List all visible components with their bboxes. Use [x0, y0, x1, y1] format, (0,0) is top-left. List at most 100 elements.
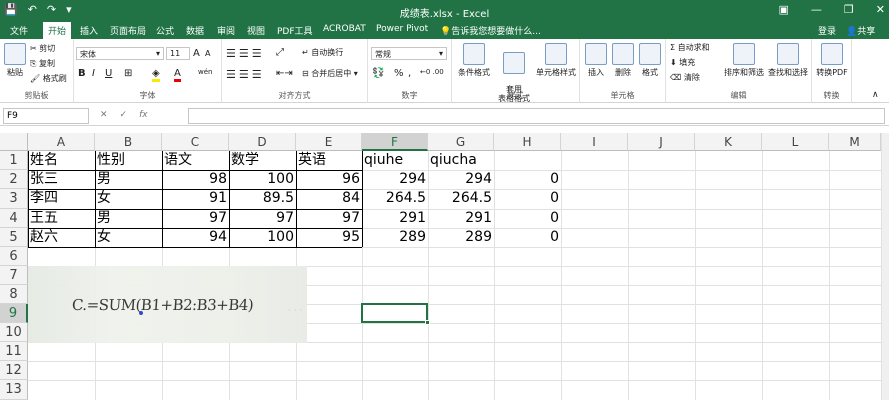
grow-font-button[interactable]: A — [193, 48, 200, 59]
column-header-b[interactable]: B — [95, 133, 162, 151]
name-box[interactable]: F9 — [3, 108, 89, 124]
active-cell-f9[interactable] — [361, 303, 428, 323]
find-select-button[interactable]: 查找和选择 — [766, 43, 810, 78]
cell-f1[interactable]: qiuhe — [362, 151, 428, 169]
column-header-g[interactable]: G — [428, 133, 494, 151]
cell-e5[interactable]: 95 — [296, 228, 362, 246]
format-painter-button[interactable]: 🖌 格式刷 — [30, 73, 67, 84]
row-header-1[interactable]: 1 — [0, 151, 28, 170]
vertical-scrollbar[interactable] — [881, 133, 889, 400]
cell-g4[interactable]: 291 — [428, 209, 494, 227]
cell-d1[interactable]: 数学 — [229, 151, 296, 169]
cell-e2[interactable]: 96 — [296, 170, 362, 188]
row-header-5[interactable]: 5 — [0, 228, 28, 247]
tab-review[interactable]: 审阅 — [217, 24, 235, 37]
sort-filter-button[interactable]: 排序和筛选 — [722, 43, 766, 78]
border-icon[interactable]: ⊞ — [124, 68, 132, 79]
vertical-align-icons[interactable]: ☰☰☰ — [226, 47, 265, 60]
cancel-icon[interactable]: ✕ — [100, 110, 108, 120]
formula-input[interactable] — [188, 108, 885, 124]
cell-g3[interactable]: 264.5 — [428, 189, 494, 207]
cell-d2[interactable]: 100 — [229, 170, 296, 188]
cell-d4[interactable]: 97 — [229, 209, 296, 227]
inserted-picture[interactable]: · · · C.=SUM(B1+B2:B3+B4) — [28, 266, 307, 343]
restore-icon[interactable]: ❐ — [844, 3, 854, 16]
fill-handle[interactable] — [425, 320, 430, 325]
cell-e4[interactable]: 97 — [296, 209, 362, 227]
cell-f2[interactable]: 294 — [362, 170, 428, 188]
minimize-icon[interactable]: — — [811, 3, 822, 16]
column-header-l[interactable]: L — [762, 133, 829, 151]
convert-pdf-button[interactable]: 转换PDF — [814, 43, 850, 78]
cell-g5[interactable]: 289 — [428, 228, 494, 246]
login-link[interactable]: 登录 — [818, 24, 836, 37]
cell-b1[interactable]: 性别 — [95, 151, 162, 169]
cell-h4[interactable]: 0 — [494, 209, 561, 227]
currency-icon[interactable]: 💱 — [372, 68, 384, 79]
cell-styles-button[interactable]: 单元格样式 — [534, 43, 578, 78]
horizontal-align-icons[interactable]: ☰☰☰ — [226, 68, 265, 81]
share-button[interactable]: 👤共享 — [846, 24, 875, 37]
column-header-i[interactable]: I — [561, 133, 628, 151]
indent-icons[interactable]: ⇤⇥ — [276, 68, 293, 79]
comma-button[interactable]: , — [408, 68, 411, 79]
cell-b3[interactable]: 女 — [95, 189, 162, 207]
cell-b2[interactable]: 男 — [95, 170, 162, 188]
column-header-j[interactable]: J — [628, 133, 695, 151]
font-size-select[interactable]: 11 — [166, 47, 190, 60]
phonetic-button[interactable]: wén — [198, 68, 212, 76]
font-name-select[interactable]: 宋体 ▾ — [76, 47, 164, 60]
tab-formulas[interactable]: 公式 — [156, 24, 174, 37]
merge-center-button[interactable]: ⊟ 合并后居中 ▾ — [302, 68, 358, 79]
cell-c4[interactable]: 97 — [162, 209, 229, 227]
insert-cells-button[interactable]: 插入 — [584, 43, 608, 78]
cell-a1[interactable]: 姓名 — [28, 151, 95, 169]
cell-f4[interactable]: 291 — [362, 209, 428, 227]
cell-a4[interactable]: 王五 — [28, 209, 95, 227]
tab-acrobat[interactable]: ACROBAT — [323, 24, 366, 34]
collapse-ribbon-icon[interactable]: ∧ — [872, 90, 879, 100]
copy-button[interactable]: ⎘ 复制 — [30, 58, 55, 69]
tab-file[interactable]: 文件 — [10, 24, 28, 37]
cell-a3[interactable]: 李四 — [28, 189, 95, 207]
cut-button[interactable]: ✂ 剪切 — [30, 43, 55, 54]
tab-view[interactable]: 视图 — [247, 24, 265, 37]
cell-a2[interactable]: 张三 — [28, 170, 95, 188]
paste-button[interactable]: 粘贴 — [4, 43, 26, 78]
cell-g1[interactable]: qiucha — [428, 151, 494, 169]
row-header-7[interactable]: 7 — [0, 266, 28, 285]
row-header-2[interactable]: 2 — [0, 170, 28, 189]
tell-me-search[interactable]: 💡告诉我您想要做什么... — [440, 24, 541, 37]
wrap-text-button[interactable]: ↵ 自动换行 — [302, 47, 343, 58]
percent-button[interactable]: % — [394, 68, 404, 79]
column-header-h[interactable]: H — [494, 133, 561, 151]
fill-button[interactable]: ⬇ 填充 — [670, 57, 695, 68]
insert-function-icon[interactable]: fx — [139, 110, 148, 120]
row-header-13[interactable]: 13 — [0, 380, 28, 400]
row-header-12[interactable]: 12 — [0, 361, 28, 380]
row-header-6[interactable]: 6 — [0, 247, 28, 266]
cell-a5[interactable]: 赵六 — [28, 228, 95, 246]
row-header-4[interactable]: 4 — [0, 209, 28, 228]
cell-h2[interactable]: 0 — [494, 170, 561, 188]
column-header-m[interactable]: M — [829, 133, 881, 151]
select-all-corner[interactable] — [0, 133, 28, 151]
format-cells-button[interactable]: 格式 — [638, 43, 662, 78]
italic-button[interactable]: I — [92, 68, 95, 79]
decimal-icons[interactable]: ←0 .00 — [420, 68, 444, 76]
column-header-c[interactable]: C — [162, 133, 229, 151]
ribbon-display-options-icon[interactable]: ▣ — [779, 3, 789, 16]
cell-d5[interactable]: 100 — [229, 228, 296, 246]
row-header-10[interactable]: 10 — [0, 323, 28, 342]
cell-d3[interactable]: 89.5 — [229, 189, 296, 207]
shrink-font-button[interactable]: A — [205, 49, 210, 58]
column-header-f[interactable]: F — [362, 133, 428, 151]
column-header-d[interactable]: D — [229, 133, 296, 151]
clear-button[interactable]: ⌫ 清除 — [670, 72, 700, 83]
close-icon[interactable]: ✕ — [876, 3, 885, 16]
fill-color-icon[interactable]: ◈ — [152, 68, 160, 82]
cell-e3[interactable]: 84 — [296, 189, 362, 207]
row-header-9[interactable]: 9 — [0, 304, 28, 323]
delete-cells-button[interactable]: 删除 — [611, 43, 635, 78]
cell-f5[interactable]: 289 — [362, 228, 428, 246]
